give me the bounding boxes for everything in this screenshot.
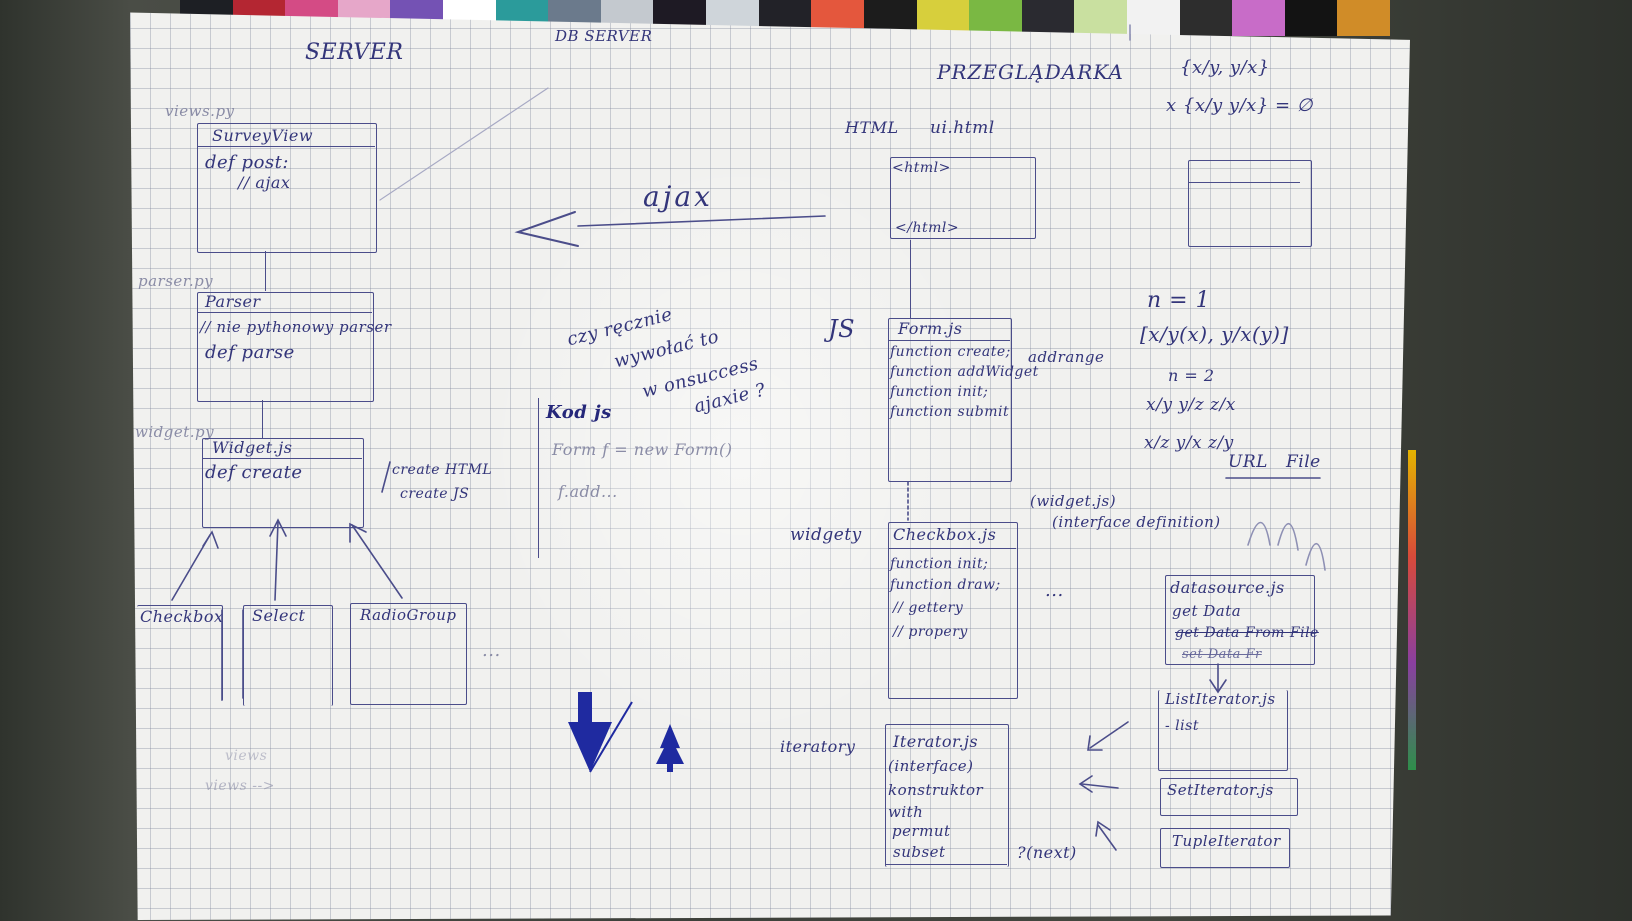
widget-note-bracket [381,461,391,493]
tree-doodle [656,724,684,772]
set-iterator-arrow [1081,783,1119,789]
checkbox-arrow-head [202,530,219,549]
ajax-arrow-shaft [577,215,826,227]
ajax-arrow-head [514,211,579,247]
tuple-iterator-arrow-head [1095,820,1111,837]
radio-to-widget-arrow [351,524,403,599]
faint-diagonal-line [379,87,549,201]
list-iterator-arrow [1089,721,1129,749]
url-file-scribbles [1247,521,1326,571]
blue-arrow-doodle [568,692,633,773]
select-to-widget-arrow [274,521,279,601]
ink-strokes [171,24,1326,851]
